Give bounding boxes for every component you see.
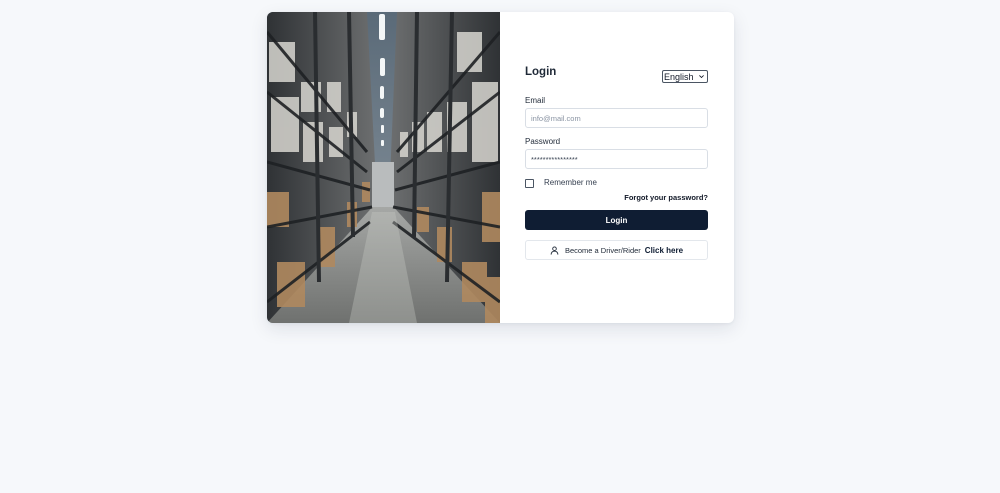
password-label: Password (525, 137, 561, 146)
click-here-link[interactable]: Click here (645, 246, 683, 255)
login-card: Login English Email Password Remember me… (267, 12, 734, 323)
user-icon (550, 245, 559, 255)
forgot-password-link[interactable]: Forgot your password? (624, 193, 708, 202)
remember-checkbox[interactable] (525, 179, 534, 188)
login-button[interactable]: Login (525, 210, 708, 230)
email-label: Email (525, 96, 546, 105)
login-title: Login (525, 66, 557, 78)
chevron-down-icon (698, 75, 704, 79)
password-field[interactable] (525, 149, 708, 169)
remember-label: Remember me (544, 178, 597, 187)
become-driver-button[interactable]: Become a Driver/Rider Click here (525, 240, 708, 260)
language-select[interactable]: English (662, 70, 708, 83)
driver-text: Become a Driver/Rider (564, 245, 641, 255)
email-field[interactable] (525, 108, 708, 128)
language-value: English (664, 71, 694, 82)
warehouse-photo (267, 12, 500, 323)
login-form: Login English Email Password Remember me… (500, 12, 734, 323)
